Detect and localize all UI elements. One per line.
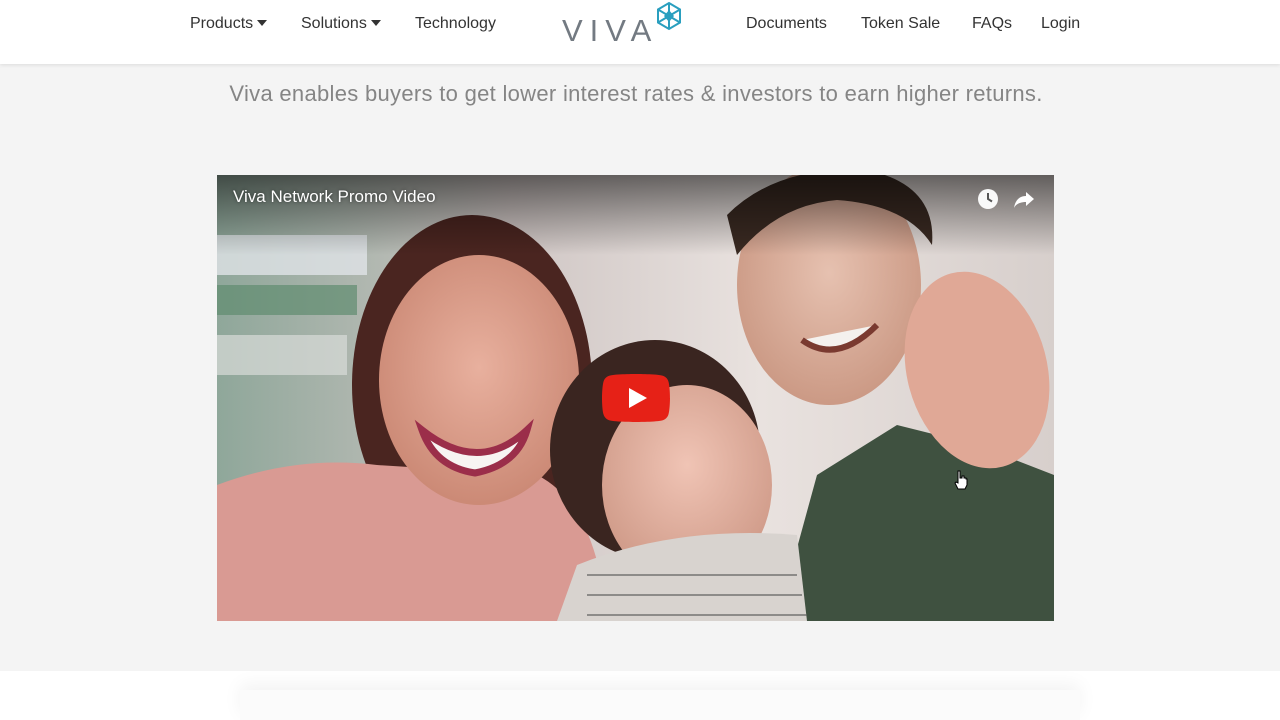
nav-solutions-label: Solutions bbox=[301, 15, 367, 32]
hand-cursor-icon bbox=[954, 470, 968, 490]
promo-video-player[interactable]: Viva Network Promo Video bbox=[217, 175, 1054, 621]
watch-later-icon[interactable] bbox=[976, 187, 1000, 211]
nav-products-label: Products bbox=[190, 15, 254, 32]
nav-products[interactable]: Products bbox=[190, 13, 268, 35]
youtube-play-icon[interactable] bbox=[602, 374, 670, 422]
nav-faqs-label: FAQs bbox=[972, 15, 1013, 32]
nav-documents[interactable]: Documents bbox=[746, 13, 827, 35]
hero-tagline: Viva enables buyers to get lower interes… bbox=[229, 81, 1043, 106]
video-title[interactable]: Viva Network Promo Video bbox=[233, 187, 436, 207]
nav-solutions[interactable]: Solutions bbox=[301, 13, 381, 35]
next-section-card bbox=[240, 690, 1080, 720]
share-icon[interactable] bbox=[1012, 187, 1036, 211]
nav-login[interactable]: Login bbox=[1041, 13, 1080, 35]
nav-faqs[interactable]: FAQs bbox=[972, 13, 1012, 35]
viva-logo[interactable]: VIVA bbox=[560, 0, 686, 52]
caret-down-icon bbox=[370, 20, 381, 26]
site-header: Products Solutions Technology VIVA Docum… bbox=[0, 0, 1280, 64]
nav-login-label: Login bbox=[1041, 15, 1081, 32]
nav-token-sale[interactable]: Token Sale bbox=[861, 13, 940, 35]
caret-down-icon bbox=[257, 20, 268, 26]
nav-technology-label: Technology bbox=[415, 15, 496, 32]
snowflake-logo-icon bbox=[657, 1, 681, 31]
nav-token-sale-label: Token Sale bbox=[861, 15, 941, 32]
nav-technology[interactable]: Technology bbox=[415, 13, 496, 35]
nav-documents-label: Documents bbox=[746, 15, 827, 32]
logo-text: VIVA bbox=[562, 13, 659, 48]
